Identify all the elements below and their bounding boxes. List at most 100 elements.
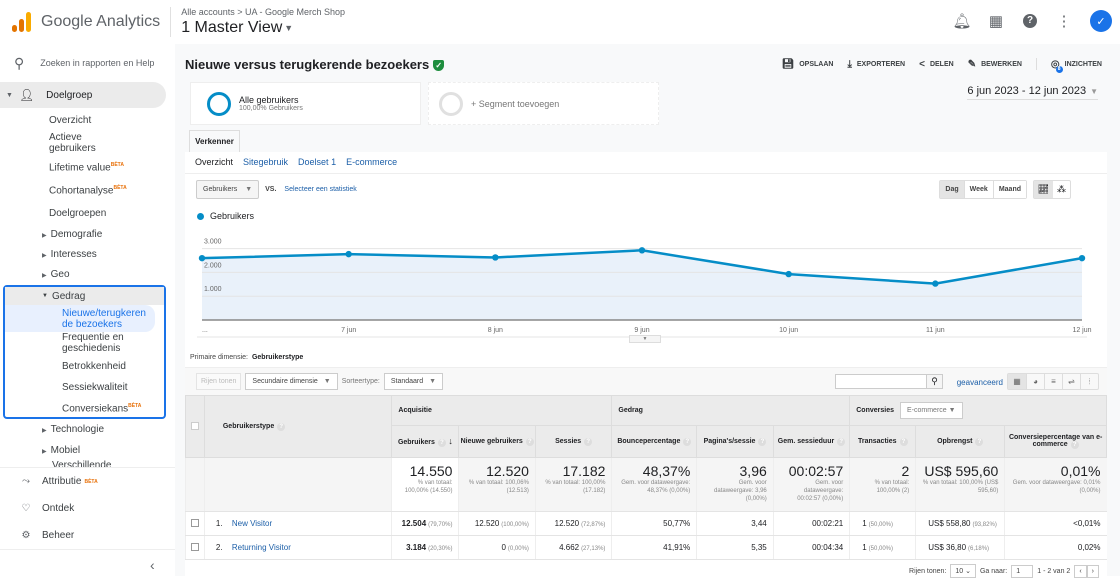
- select-all-checkbox[interactable]: [190, 421, 199, 430]
- column-header[interactable]: Conversiepercentage van e-commerce?: [1004, 425, 1107, 458]
- pie-view-icon[interactable]: ◕: [1026, 374, 1044, 389]
- add-segment-button[interactable]: + Segment toevoegen: [428, 82, 659, 125]
- x-tick-label: ...: [202, 327, 208, 334]
- beta-badge: BÈTA: [113, 185, 127, 192]
- column-header-text: Gebruikers: [397, 439, 435, 446]
- report-main: Nieuwe versus terugkerende bezoekers ✓ 💾︎…: [175, 44, 1120, 578]
- apps-grid-icon[interactable]: ▦: [988, 13, 1004, 30]
- bell-icon[interactable]: 🔔︎: [952, 13, 971, 30]
- total-cell: 2% van totaal: 100,00% (2): [849, 457, 916, 512]
- row-value-cell: 0 (0,00%): [458, 535, 536, 560]
- sidebar-group-gedrag[interactable]: ▼ Gedrag: [5, 287, 164, 305]
- account-selector[interactable]: Alle accounts > UA - Google Merch Shop 1…: [181, 7, 345, 37]
- conversion-type-select[interactable]: E-commerce ▼: [900, 402, 963, 419]
- date-range-picker[interactable]: 6 jun 2023 - 12 jun 2023 ▼: [967, 85, 1098, 100]
- sidebar-item-frequentie[interactable]: Frequentie en geschiedenis: [5, 332, 135, 354]
- row-checkbox[interactable]: [190, 542, 199, 551]
- sidebar-item-actieve-gebruikers[interactable]: Actieve gebruikers: [0, 132, 110, 154]
- insights-button[interactable]: ◎ 8 INZICHTEN: [1051, 59, 1102, 73]
- attribution-icon: ⤳: [22, 476, 30, 487]
- sidebar-item-cohortanalyse[interactable]: CohortanalyseBÈTA: [0, 183, 175, 196]
- period-day-button[interactable]: Dag: [940, 181, 964, 198]
- sidebar-group-demografie[interactable]: ▶ Demografie: [0, 229, 175, 240]
- select-metric-link[interactable]: Selecteer een statistiek: [284, 186, 356, 193]
- sidebar-group-verschillende[interactable]: Verschillende: [0, 460, 111, 467]
- tab-verkenner[interactable]: Verkenner: [189, 130, 240, 152]
- sidebar-item-ontdek[interactable]: ♡ Ontdek: [0, 495, 175, 522]
- row-checkbox[interactable]: [190, 518, 199, 527]
- subtab-doelset[interactable]: Doelset 1: [298, 157, 336, 167]
- sidebar-item-nieuwe-terugkerende[interactable]: Nieuwe/terugkerende bezoekers: [5, 305, 155, 332]
- primary-dim-value[interactable]: Gebruikerstype: [252, 354, 303, 361]
- sort-desc-icon[interactable]: ↓: [446, 436, 453, 446]
- goto-label: Ga naar:: [979, 567, 1008, 575]
- column-header[interactable]: Transacties?: [849, 425, 917, 458]
- chart-expand-handle[interactable]: ▼: [629, 335, 661, 343]
- sidebar-search[interactable]: ⚲ Zoeken in rapporten en Help: [0, 44, 175, 82]
- sidebar-item-attributie[interactable]: ⤳ Attributie BÈTA: [0, 468, 175, 495]
- subtab-sitegebruik[interactable]: Sitegebruik: [243, 157, 288, 167]
- account-avatar[interactable]: ✓: [1090, 10, 1112, 32]
- sidebar-group-geo[interactable]: ▶ Geo: [0, 269, 175, 280]
- sidebar-item-betrokkenheid[interactable]: Betrokkenheid: [5, 361, 164, 372]
- motion-chart-icon[interactable]: ⁂: [1053, 181, 1070, 198]
- subtab-overzicht[interactable]: Overzicht: [195, 157, 233, 167]
- sidebar-group-technologie[interactable]: ▶ Technologie: [0, 424, 104, 435]
- sidebar-group-interesses[interactable]: ▶ Interesses: [0, 249, 175, 260]
- more-vert-icon[interactable]: ⋮: [1056, 13, 1072, 30]
- column-header[interactable]: Bouncepercentage?: [611, 425, 698, 458]
- dimension-header[interactable]: Gebruikerstype?: [203, 395, 393, 458]
- column-header[interactable]: Sessies?: [534, 425, 613, 458]
- show-rows-button[interactable]: Rijen tonen: [196, 373, 242, 390]
- row-value-cell: 1 (50,00%): [849, 535, 916, 560]
- sidebar-group-mobiel[interactable]: ▶ Mobiel: [0, 445, 80, 456]
- sidebar-item-overzicht[interactable]: Overzicht: [0, 115, 175, 126]
- view-selector[interactable]: 1 Master View ▼: [181, 19, 345, 37]
- sidebar-item-doelgroepen[interactable]: Doelgroepen: [0, 208, 175, 219]
- pivot-view-icon[interactable]: ⦙: [1080, 374, 1098, 389]
- table-view-icon[interactable]: ▦: [1008, 374, 1026, 389]
- view-name: 1 Master View: [181, 19, 283, 36]
- column-header[interactable]: Gem. sessieduur?: [772, 425, 851, 458]
- secondary-dimension-select[interactable]: Secundaire dimensie ▼: [245, 373, 338, 390]
- breadcrumb[interactable]: Alle accounts > UA - Google Merch Shop: [181, 7, 345, 17]
- column-header[interactable]: Gebruikers? ↓: [391, 425, 460, 458]
- row-index: 1.: [215, 519, 223, 528]
- save-label: OPSLAAN: [799, 60, 834, 68]
- metric-select[interactable]: Gebruikers ▼: [196, 180, 260, 199]
- line-chart-icon[interactable]: 📈︎: [1033, 181, 1053, 198]
- sidebar-item-doelgroep[interactable]: ▼ 👤︎ Doelgroep: [0, 82, 166, 108]
- edit-button[interactable]: ✎ BEWERKEN: [968, 59, 1022, 70]
- sidebar-item-sessiekwaliteit[interactable]: Sessiekwaliteit: [5, 382, 164, 393]
- search-icon[interactable]: ⚲: [927, 374, 943, 389]
- advanced-filter-link[interactable]: geavanceerd: [957, 378, 1003, 387]
- table-search-input[interactable]: [835, 374, 927, 389]
- period-month-button[interactable]: Maand: [992, 181, 1026, 198]
- save-button[interactable]: 💾︎ OPSLAAN: [782, 59, 834, 70]
- row-value-cell: 12.504 (79,70%): [391, 511, 459, 536]
- dimension-header-text: Gebruikerstype: [222, 422, 275, 430]
- period-week-button[interactable]: Week: [963, 181, 993, 198]
- segment-all-users[interactable]: Alle gebruikers 100,00% Gebruikers: [190, 82, 421, 125]
- data-point: [785, 270, 792, 278]
- select-all-checkbox-cell: [185, 395, 205, 458]
- sort-type-select[interactable]: Standaard ▼: [383, 373, 444, 390]
- comparison-view-icon[interactable]: ⇌: [1062, 374, 1080, 389]
- row-dimension-link[interactable]: Returning Visitor: [232, 543, 291, 552]
- sidebar-item-lifetime-value[interactable]: Lifetime valueBÈTA: [0, 160, 175, 173]
- column-header[interactable]: Opbrengst?: [915, 425, 1006, 458]
- help-icon[interactable]: ?: [1022, 13, 1038, 29]
- caret-down-icon: ▼: [323, 378, 331, 385]
- row-dimension-link[interactable]: New Visitor: [232, 519, 272, 528]
- collapse-sidebar-chevron-icon[interactable]: ‹: [150, 557, 155, 573]
- column-header[interactable]: Pagina's/sessie?: [696, 425, 774, 458]
- share-button[interactable]: < DELEN: [919, 59, 954, 70]
- subtab-ecommerce[interactable]: E-commerce: [346, 157, 397, 167]
- column-header[interactable]: Nieuwe gebruikers?: [458, 425, 536, 458]
- performance-view-icon[interactable]: ≡: [1044, 374, 1062, 389]
- sidebar-item-beheer[interactable]: ⚙ Beheer: [0, 522, 175, 549]
- sidebar-item-conversiekans[interactable]: ConversiekansBÈTA: [5, 403, 164, 414]
- cell-value: 0,02%: [1077, 543, 1101, 552]
- export-button[interactable]: ⤓ EXPORTEREN: [847, 59, 905, 70]
- sidebar-item-label: Cohortanalyse: [49, 185, 114, 197]
